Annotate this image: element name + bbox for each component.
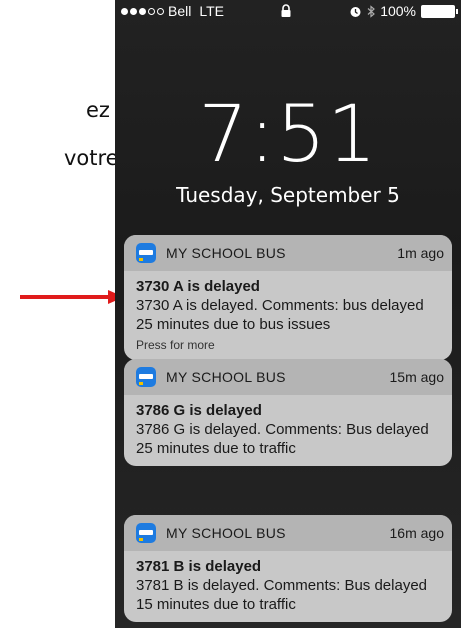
network-label: LTE <box>199 3 224 19</box>
notification-text: 3786 G is delayed. Comments: Bus delayed… <box>136 421 429 457</box>
red-arrow-icon <box>20 290 124 304</box>
signal-dots-icon <box>121 7 164 15</box>
notification-header: MY SCHOOL BUS 16m ago <box>124 515 452 551</box>
app-name: MY SCHOOL BUS <box>166 525 286 541</box>
notification-header: MY SCHOOL BUS 15m ago <box>124 359 452 395</box>
notification-body: 3730 A is delayed 3730 A is delayed. Com… <box>124 271 452 360</box>
notification-time-ago: 15m ago <box>389 369 444 385</box>
notification-time-ago: 1m ago <box>397 245 444 261</box>
bus-app-icon <box>136 243 156 263</box>
notification-text: 3781 B is delayed. Comments: Bus delayed… <box>136 577 427 613</box>
notification-header: MY SCHOOL BUS 1m ago <box>124 235 452 271</box>
app-name: MY SCHOOL BUS <box>166 369 286 385</box>
phone-lock-screen: Bell LTE 100% 7:51 Tuesday, September 5 … <box>115 0 461 628</box>
notification-text: 3730 A is delayed. Comments: bus delayed… <box>136 297 424 333</box>
lock-date: Tuesday, September 5 <box>176 183 400 207</box>
alarm-icon <box>350 6 361 17</box>
notification-card[interactable]: MY SCHOOL BUS 1m ago 3730 A is delayed 3… <box>124 235 452 360</box>
notification-card[interactable]: MY SCHOOL BUS 16m ago 3781 B is delayed … <box>124 515 452 622</box>
press-for-more-hint: Press for more <box>136 338 215 352</box>
notification-card[interactable]: MY SCHOOL BUS 15m ago 3786 G is delayed … <box>124 359 452 466</box>
notification-body: 3786 G is delayed 3786 G is delayed. Com… <box>124 395 452 466</box>
notification-time-ago: 16m ago <box>389 525 444 541</box>
notification-title: 3781 B is delayed <box>136 558 262 575</box>
carrier-label: Bell <box>168 3 192 19</box>
bus-app-icon <box>136 523 156 543</box>
battery-icon <box>421 4 458 18</box>
bus-app-icon <box>136 367 156 387</box>
lock-icon <box>281 4 291 17</box>
notification-title: 3730 A is delayed <box>136 278 260 295</box>
status-bar: Bell LTE 100% <box>115 0 461 22</box>
bluetooth-icon <box>367 4 376 18</box>
lock-time: 7:51 <box>198 90 378 180</box>
app-name: MY SCHOOL BUS <box>166 245 286 261</box>
notification-title: 3786 G is delayed <box>136 402 262 419</box>
notification-body: 3781 B is delayed 3781 B is delayed. Com… <box>124 551 452 622</box>
side-caption-line-2: votre <box>64 146 119 170</box>
battery-percent: 100% <box>380 3 416 19</box>
